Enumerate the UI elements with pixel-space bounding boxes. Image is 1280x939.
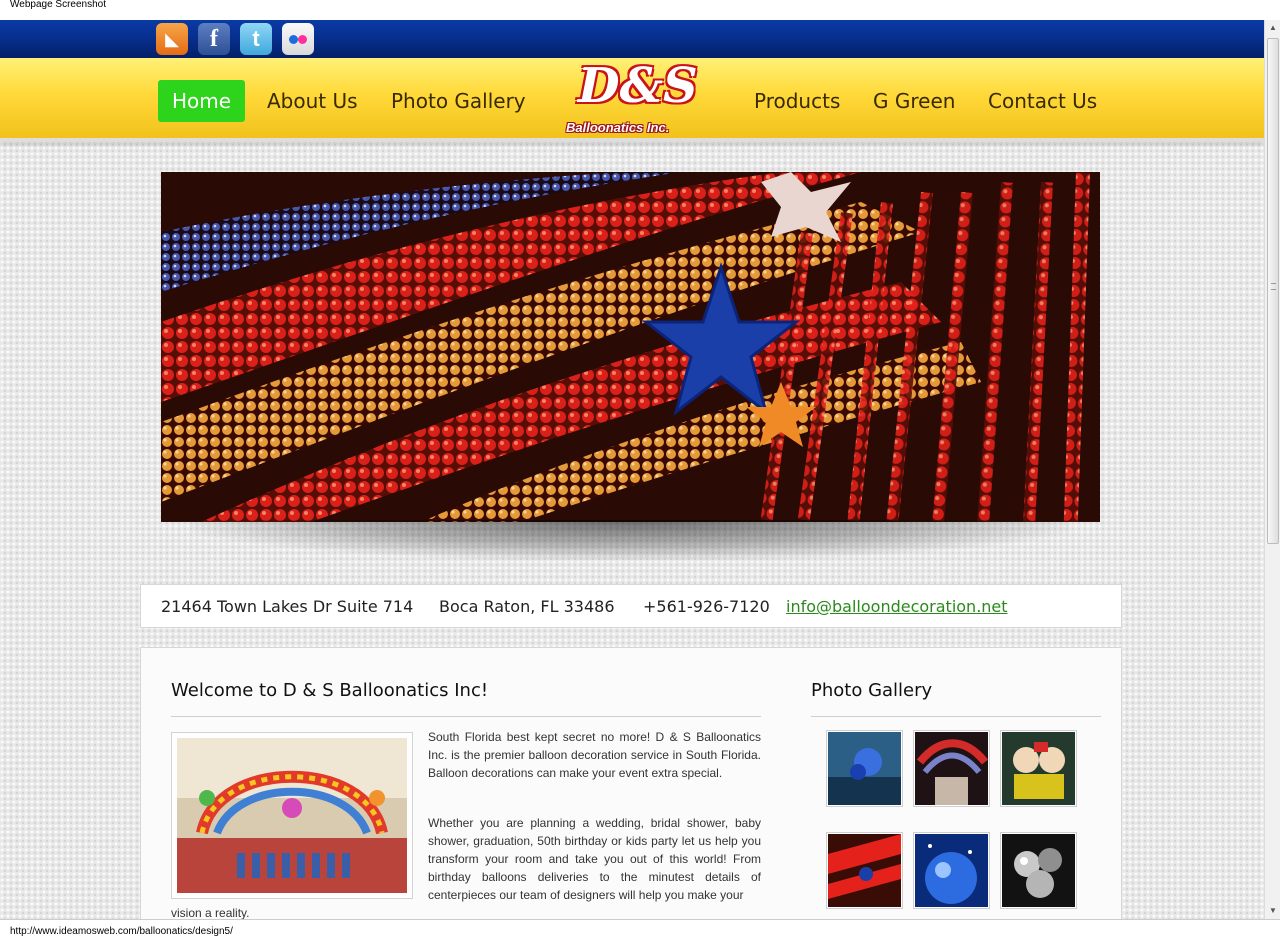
rss-icon[interactable]: ◣: [156, 23, 188, 55]
gallery-thumb-4[interactable]: [826, 832, 903, 909]
flickr-pink-dot: [298, 35, 307, 44]
scroll-up-arrow-icon[interactable]: ▲: [1265, 20, 1280, 36]
welcome-divider: [171, 716, 761, 717]
page-viewport: ◣ f t Home About Us Photo Gallery D&S Ba…: [0, 20, 1264, 919]
welcome-photo: [171, 732, 413, 899]
status-url: http://www.ideamosweb.com/balloonatics/d…: [10, 926, 233, 937]
scroll-down-arrow-icon[interactable]: ▼: [1265, 903, 1280, 919]
contact-phone: +561-926-7120: [643, 597, 770, 616]
site-logo[interactable]: D&S Balloonatics Inc.: [562, 58, 702, 140]
flickr-icon[interactable]: [282, 23, 314, 55]
nav-contact-us[interactable]: Contact Us: [988, 80, 1097, 122]
scrollbar-thumb[interactable]: [1267, 38, 1279, 544]
facebook-icon[interactable]: f: [198, 23, 230, 55]
gallery-thumb-5[interactable]: [913, 832, 990, 909]
nav-home[interactable]: Home: [158, 80, 246, 122]
gallery-thumb-1[interactable]: [826, 730, 903, 807]
welcome-paragraph-2-tail: vision a reality.: [171, 906, 250, 919]
hero-shadow: [190, 520, 1070, 560]
twitter-icon[interactable]: t: [240, 23, 272, 55]
nav-about-us[interactable]: About Us: [267, 80, 358, 122]
window-title: Webpage Screenshot: [0, 0, 1280, 20]
gallery-thumb-6[interactable]: [1000, 832, 1077, 909]
gallery-divider: [811, 716, 1101, 717]
flickr-blue-dot: [289, 35, 298, 44]
contact-email-link[interactable]: info@balloondecoration.net: [786, 597, 1008, 616]
ballroom-balloon-arch-photo: [177, 738, 407, 893]
contact-city: Boca Raton, FL 33486: [439, 597, 615, 616]
logo-mark: D&S: [578, 58, 698, 114]
status-bar: http://www.ideamosweb.com/balloonatics/d…: [0, 919, 1280, 939]
logo-company: Balloonatics Inc.: [566, 120, 670, 135]
welcome-paragraph-2: Whether you are planning a wedding, brid…: [428, 816, 761, 902]
gallery-thumb-2[interactable]: [913, 730, 990, 807]
gallery-thumb-3[interactable]: [1000, 730, 1077, 807]
balloon-ceiling-photo: [161, 172, 1100, 522]
main-content: Welcome to D & S Balloonatics Inc! South…: [140, 647, 1122, 919]
social-bar: ◣ f t: [0, 20, 1264, 58]
welcome-title: Welcome to D & S Balloonatics Inc!: [171, 680, 489, 701]
nav-g-green[interactable]: G Green: [873, 80, 955, 122]
nav-photo-gallery[interactable]: Photo Gallery: [391, 80, 526, 122]
contact-bar: 21464 Town Lakes Dr Suite 714 Boca Raton…: [140, 584, 1122, 628]
contact-address: 21464 Town Lakes Dr Suite 714: [161, 597, 414, 616]
gallery-title: Photo Gallery: [811, 680, 933, 701]
nav-products[interactable]: Products: [754, 80, 840, 122]
vertical-scrollbar[interactable]: ▲ ▼: [1264, 20, 1280, 919]
welcome-paragraph-1: South Florida best kept secret no more! …: [428, 730, 761, 780]
main-nav: Home About Us Photo Gallery D&S Balloona…: [0, 58, 1264, 142]
hero-banner-image: [161, 172, 1100, 522]
